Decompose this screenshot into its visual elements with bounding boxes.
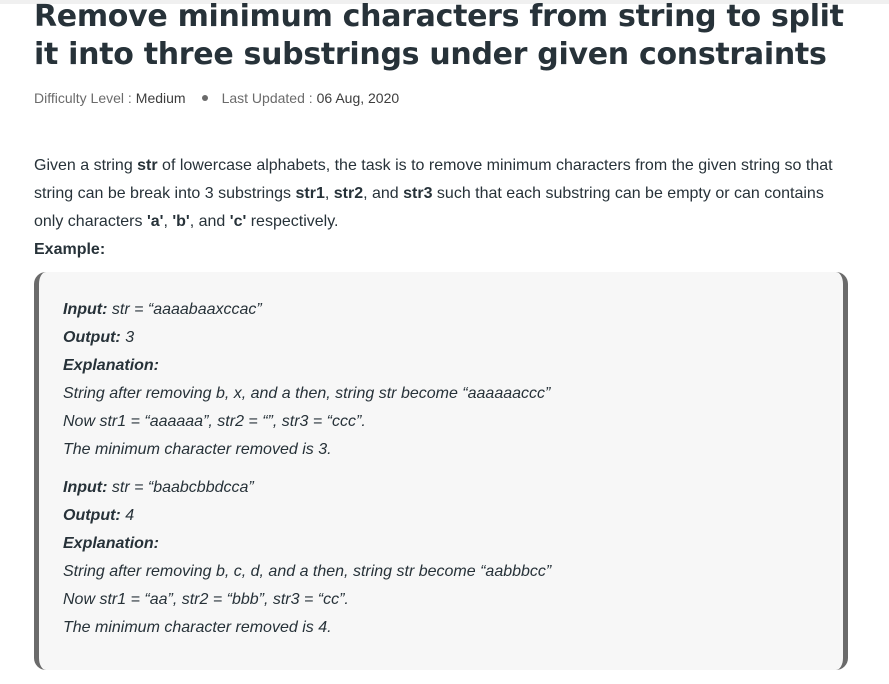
example-output: Output: 4 [63,507,135,524]
example-input: Input: str = “baabcbbdcca” [63,479,254,496]
example-explanation-line: The minimum character removed is 3. [63,441,332,458]
example-explanation-line: Now str1 = “aa”, str2 = “bbb”, str3 = “c… [63,591,349,608]
difficulty-label: Difficulty Level : [34,90,132,106]
example-output: Output: 3 [63,329,135,346]
example-explanation-line: String after removing b, x, and a then, … [63,385,551,402]
example-explanation-label: Explanation: [63,357,160,374]
difficulty-value[interactable]: Medium [136,90,186,106]
separator-dot-icon [201,95,208,101]
article-title: Remove minimum characters from string to… [34,0,844,72]
example-heading: Example: [34,241,106,258]
example-explanation-line: The minimum character removed is 4. [63,619,332,636]
example-1: Input: str = “aaaabaaxccac” Output: 3 Ex… [63,296,550,464]
example-input: Input: str = “aaaabaaxccac” [63,301,262,318]
problem-statement: Given a string str of lowercase alphabet… [34,157,833,230]
updated-label: Last Updated : [221,90,313,106]
example-box: Input: str = “aaaabaaxccac” Output: 3 Ex… [34,272,848,670]
example-explanation-line: Now str1 = “aaaaaa”, str2 = “”, str3 = “… [63,413,366,430]
example-explanation-line: String after removing b, c, d, and a the… [63,563,552,580]
updated-value: 06 Aug, 2020 [316,90,400,106]
example-2: Input: str = “baabcbbdcca” Output: 4 Exp… [63,474,551,642]
article-meta: Difficulty Level : Medium Last Updated :… [34,90,399,106]
example-explanation-label: Explanation: [63,535,160,552]
